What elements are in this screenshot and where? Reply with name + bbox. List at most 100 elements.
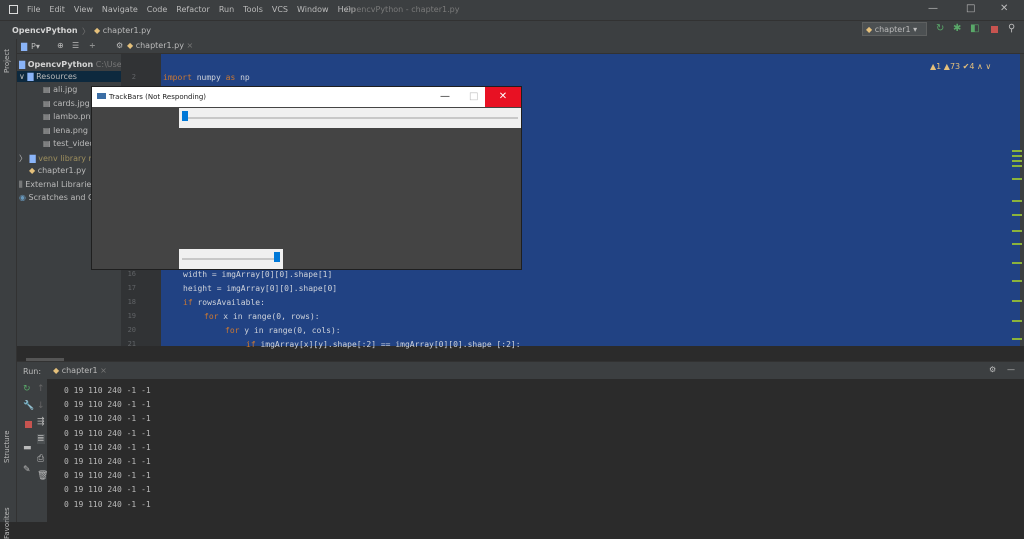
trackbars-maximize-button[interactable]: □ (469, 91, 478, 102)
warning-marker[interactable] (1012, 178, 1022, 180)
console-output-line: 0 19 110 240 -1 -1 (64, 400, 151, 410)
python-file-icon: ◆ (29, 166, 38, 175)
image-file-icon: ▤ (43, 98, 54, 108)
scroll-to-end-icon[interactable]: ≣ (37, 434, 45, 444)
warning-marker[interactable] (1012, 320, 1022, 322)
warning-marker[interactable] (1012, 150, 1022, 152)
run-toolbar: ↻ ↑ 🔧 ↓ ⇶ ≣ ▬ ⎙ ✎ 🗑 (17, 379, 48, 522)
pycharm-logo-icon (9, 5, 18, 14)
menu-item-window[interactable]: Window (297, 5, 329, 14)
run-label: Run: (23, 367, 42, 376)
run-config-select[interactable]: ◆ chapter1 ▾ (862, 22, 927, 36)
rerun-icon[interactable]: ↻ (936, 23, 944, 34)
warning-marker[interactable] (1012, 338, 1022, 340)
warning-marker[interactable] (1012, 262, 1022, 264)
tree-item-file[interactable]: ▤ test_video (43, 139, 94, 148)
warning-marker[interactable] (1012, 280, 1022, 282)
tree-item-venv[interactable]: 〉 ▇ venv library r (19, 153, 92, 164)
warning-marker[interactable] (1012, 214, 1022, 216)
run-tab-close-icon[interactable]: × (100, 366, 107, 375)
trackbars-close-button[interactable]: ✕ (485, 87, 521, 107)
menu-item-run[interactable]: Run (219, 5, 234, 14)
hide-panel-icon[interactable]: — (1007, 365, 1015, 374)
tree-item-file[interactable]: ▤ cards.jpg (43, 99, 90, 108)
trash-icon[interactable]: 🗑 (37, 471, 48, 481)
menu-item-tools[interactable]: Tools (243, 5, 263, 14)
menu-item-edit[interactable]: Edit (49, 5, 65, 14)
console-output-line: 0 19 110 240 -1 -1 (64, 485, 151, 495)
console-output-line: 0 19 110 240 -1 -1 (64, 414, 151, 424)
trackbar-bottom (179, 249, 283, 269)
rerun-icon[interactable]: ↻ (23, 384, 31, 394)
image-file-icon: ▤ (43, 85, 54, 94)
wrench-icon[interactable]: 🔧 (23, 401, 34, 411)
coverage-icon[interactable]: ◧ (970, 23, 979, 34)
warning-marker[interactable] (1012, 200, 1022, 202)
window-title: OpencvPython - chapter1.py (345, 5, 460, 14)
line-number: 17 (127, 284, 136, 292)
tree-item-external-libraries[interactable]: ⫼ External Libraries (19, 180, 96, 190)
menu-item-refactor[interactable]: Refactor (176, 5, 210, 14)
print-icon[interactable]: ⎙ (37, 454, 44, 464)
slider-thumb[interactable] (274, 252, 280, 262)
structure-tool-tab[interactable]: Structure (3, 430, 11, 463)
tree-item-resources[interactable]: ∨ ▇ Resources (19, 72, 77, 81)
debug-icon[interactable]: ✱ (953, 23, 961, 34)
warning-marker[interactable] (1012, 300, 1022, 302)
line-number: 2 (131, 73, 136, 81)
editor-tab-chapter1[interactable]: ◆ chapter1.py × (127, 41, 193, 50)
line-number: 20 (127, 326, 136, 334)
stop-icon[interactable] (991, 26, 998, 33)
trackbars-minimize-button[interactable]: — (440, 91, 450, 102)
slider-thumb[interactable] (182, 111, 188, 121)
pause-icon[interactable]: ▬ (23, 443, 32, 453)
menu-bar: File Edit View Navigate Code Refactor Run Tools… (0, 0, 1024, 20)
collapse-icon[interactable]: ☰ (72, 41, 79, 50)
maximize-button[interactable]: □ (966, 3, 975, 14)
favorites-tool-tab[interactable]: Favorites (3, 507, 11, 539)
settings-icon[interactable]: ⚙ (116, 41, 123, 50)
tree-item-scratches[interactable]: ◉ Scratches and Co (19, 193, 99, 202)
breadcrumb-project[interactable]: OpencvPython (12, 26, 78, 35)
menu-item-file[interactable]: File (27, 5, 40, 14)
warning-marker[interactable] (1012, 243, 1022, 245)
expand-icon[interactable]: ÷ (89, 41, 96, 50)
breadcrumb-file[interactable]: ◆ chapter1.py (94, 26, 151, 35)
menu-item-vcs[interactable]: VCS (272, 5, 288, 14)
soft-wrap-icon[interactable]: ⇶ (37, 417, 45, 427)
menu-item-code[interactable]: Code (147, 5, 167, 14)
console-output-line: 0 19 110 240 -1 -1 (64, 499, 151, 509)
window-icon (97, 93, 106, 99)
warning-marker[interactable] (1012, 230, 1022, 232)
warning-marker[interactable] (1012, 165, 1022, 167)
warning-marker[interactable] (1012, 155, 1022, 157)
run-panel-header: Run: ◆ chapter1 × ⚙ — (17, 361, 1024, 379)
inspection-widget[interactable]: ▲1 ▲73 ✔4 ∧ ∨ (930, 62, 991, 71)
chevron-right-icon: 〉 (19, 154, 30, 163)
stop-icon[interactable] (25, 421, 32, 428)
down-arrow-icon[interactable]: ↓ (37, 401, 45, 411)
up-arrow-icon[interactable]: ↑ (37, 384, 45, 394)
locate-icon[interactable]: ⊕ (57, 41, 64, 50)
gear-icon[interactable]: ⚙ (989, 365, 996, 374)
line-number: 18 (127, 298, 136, 306)
trackbars-title: TrackBars (Not Responding) (109, 93, 207, 101)
minimize-button[interactable]: — (928, 3, 938, 14)
trackbar-hue-min (179, 108, 521, 128)
tree-item-file[interactable]: ▤ lambo.png (43, 112, 96, 121)
tree-item-chapter1[interactable]: ◆ chapter1.py (29, 166, 86, 175)
menu-item-view[interactable]: View (74, 5, 93, 14)
pin-icon[interactable]: ✎ (23, 465, 31, 475)
search-icon[interactable]: ⚲ (1008, 23, 1015, 34)
tab-close-icon[interactable]: × (187, 41, 194, 50)
code-line: if imgArray[x][y].shape[:2] == imgArray[… (246, 340, 521, 349)
menu-item-navigate[interactable]: Navigate (102, 5, 138, 14)
close-button[interactable]: ✕ (1000, 3, 1008, 14)
project-view-selector[interactable]: P▾ (31, 42, 40, 51)
tree-item-file[interactable]: ▤ lena.png (43, 126, 88, 135)
project-tool-tab[interactable]: Project (3, 49, 11, 73)
run-tab-chapter1[interactable]: ◆ chapter1 × (53, 366, 107, 375)
tree-item-file[interactable]: ▤ ali.jpg (43, 85, 77, 94)
line-number: 21 (127, 340, 136, 348)
warning-marker[interactable] (1012, 160, 1022, 162)
